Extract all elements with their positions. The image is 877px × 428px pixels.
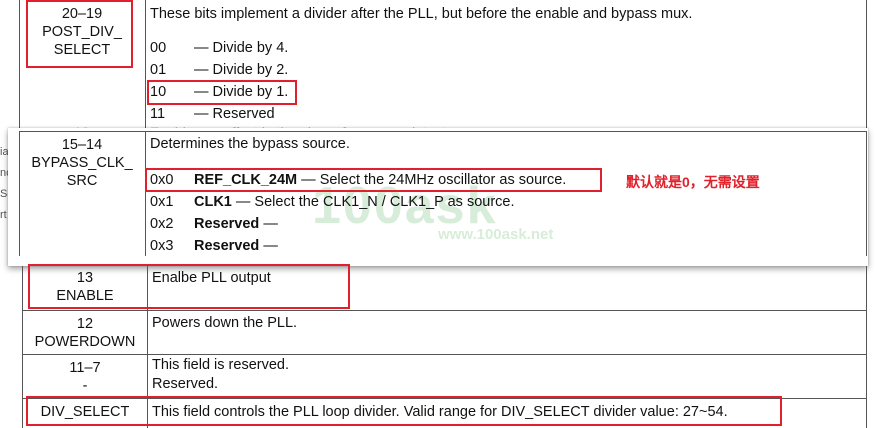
table-border-right bbox=[866, 266, 867, 428]
option-row: 0x3 Reserved — bbox=[150, 235, 278, 257]
option-text: — Divide by 2. bbox=[194, 62, 289, 78]
table-border-mid bbox=[145, 0, 146, 130]
field-reserved: 11–7 - bbox=[26, 359, 144, 395]
bypass-description: Determines the bypass source. bbox=[150, 136, 350, 152]
option-code: 0x1 bbox=[150, 194, 174, 210]
option-text: — Select the CLK1_N / CLK1_P as source. bbox=[231, 194, 515, 210]
option-code: 0x3 bbox=[150, 238, 174, 254]
row-divider bbox=[22, 310, 867, 311]
option-row: 0x1 CLK1 — Select the CLK1_N / CLK1_P as … bbox=[150, 191, 515, 213]
option-text: — bbox=[259, 216, 278, 232]
option-text: — Divide by 4. bbox=[194, 40, 289, 56]
highlight-box-div-select bbox=[26, 396, 782, 426]
panel-top-border bbox=[19, 131, 867, 132]
option-code: 01 bbox=[150, 62, 167, 78]
panel-border-right bbox=[866, 131, 867, 256]
field-bits: 15–14 bbox=[61, 137, 103, 153]
row-divider bbox=[22, 354, 867, 355]
watermark-url: www.100ask.net bbox=[438, 226, 554, 243]
field-powerdown: 12 POWERDOWN bbox=[26, 315, 144, 351]
table-border-left bbox=[22, 266, 23, 428]
field-name: POWERDOWN bbox=[34, 334, 136, 350]
option-name: Reserved bbox=[194, 216, 260, 232]
field-name: - bbox=[82, 378, 88, 394]
field-bits: 11–7 bbox=[69, 360, 101, 376]
highlight-box-post-div bbox=[26, 0, 133, 68]
option-name: CLK1 bbox=[194, 194, 232, 210]
option-text: — Reserved bbox=[194, 106, 275, 122]
option-row: 11 — Reserved bbox=[150, 103, 275, 125]
option-text: — bbox=[259, 238, 278, 254]
table-border-left bbox=[19, 0, 20, 130]
reserved-line: This field is reserved. bbox=[152, 357, 289, 373]
option-name: Reserved bbox=[194, 238, 260, 254]
panel-border-left bbox=[19, 131, 20, 256]
option-row: 0x2 Reserved — bbox=[150, 213, 278, 235]
highlight-box-divide-by-1 bbox=[147, 80, 297, 105]
option-code: 00 bbox=[150, 40, 167, 56]
panel-border-mid bbox=[145, 131, 146, 256]
option-code: 11 bbox=[150, 106, 166, 122]
field-bits: 12 bbox=[76, 316, 94, 332]
option-code: 0x2 bbox=[150, 216, 174, 232]
highlight-box-ref-clk bbox=[145, 168, 602, 192]
post-div-description: These bits implement a divider after the… bbox=[150, 6, 693, 22]
reserved-line: Reserved. bbox=[152, 376, 219, 392]
field-name-cont: SRC bbox=[66, 173, 98, 189]
field-name: BYPASS_CLK_ bbox=[31, 155, 133, 171]
highlight-box-enable bbox=[28, 264, 350, 309]
powerdown-description: Powers down the PLL. bbox=[152, 315, 298, 331]
option-row: 00 — Divide by 4. bbox=[150, 37, 288, 59]
field-bypass-clk-src: 15–14 BYPASS_CLK_ SRC bbox=[24, 136, 140, 190]
table-border-right bbox=[866, 0, 867, 130]
margin-fragment: rt bbox=[0, 209, 7, 221]
option-row: 01 — Divide by 2. bbox=[150, 59, 288, 81]
reserved-description: This field is reserved. Reserved. bbox=[152, 356, 289, 394]
annotation-note: 默认就是0，无需设置 bbox=[626, 174, 760, 190]
